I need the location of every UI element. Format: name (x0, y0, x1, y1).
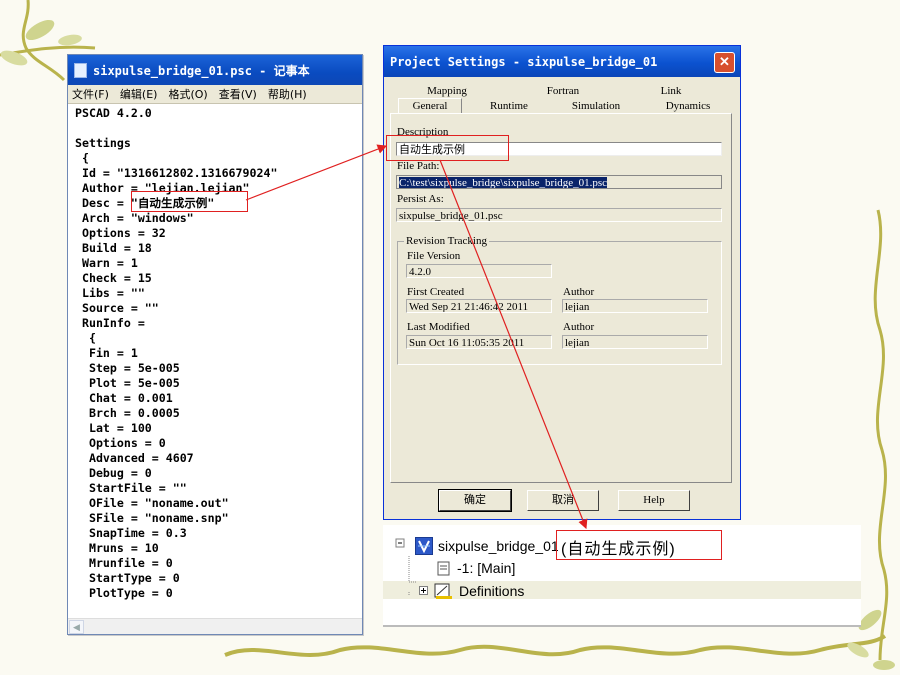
filepath-value: C:\test\sixpulse_bridge\sixpulse_bridge_… (399, 177, 608, 189)
notepad-window: sixpulse_bridge_01.psc - 记事本 文件(F) 编辑(E)… (67, 54, 363, 635)
description-highlight-box (386, 135, 509, 161)
tree-main-node[interactable]: -1: [Main] (457, 560, 515, 576)
menu-file[interactable]: 文件(F) (72, 86, 109, 102)
dialog-title: Project Settings - sixpulse_bridge_01 (390, 54, 658, 69)
menu-help[interactable]: 帮助(H) (268, 86, 307, 102)
tree-bottom-border (383, 625, 861, 627)
first-created-label: First Created (407, 286, 465, 298)
close-icon[interactable]: ✕ (714, 52, 735, 73)
notepad-menubar: 文件(F) 编辑(E) 格式(O) 查看(V) 帮助(H) (68, 85, 362, 104)
ok-button[interactable]: 确定 (438, 489, 512, 512)
menu-format[interactable]: 格式(O) (168, 86, 207, 102)
first-author-field: lejian (562, 299, 708, 313)
persist-field[interactable]: sixpulse_bridge_01.psc (396, 208, 722, 222)
filepath-field[interactable]: C:\test\sixpulse_bridge\sixpulse_bridge_… (396, 175, 722, 189)
file-version-label: File Version (407, 250, 461, 262)
tree-desc-highlight-box (556, 530, 722, 560)
horizontal-scrollbar[interactable]: ◀ (68, 618, 362, 634)
tab-simulation[interactable]: Simulation (553, 99, 639, 113)
last-author-field: lejian (562, 335, 708, 349)
scroll-left-icon[interactable]: ◀ (69, 620, 84, 634)
persist-label: Persist As: (397, 193, 444, 205)
menu-edit[interactable]: 编辑(E) (120, 86, 158, 102)
project-icon[interactable] (415, 537, 433, 555)
last-modified-field: Sun Oct 16 11:05:35 2011 (406, 335, 552, 349)
notepad-document-icon (74, 62, 87, 78)
tree-project-name[interactable]: sixpulse_bridge_01 (438, 538, 559, 554)
expand-icon[interactable] (419, 586, 429, 596)
help-button[interactable]: Help (618, 490, 690, 511)
notepad-title: sixpulse_bridge_01.psc - 记事本 (93, 63, 310, 78)
last-author-label: Author (563, 321, 595, 333)
revision-tracking-label: Revision Tracking (404, 235, 489, 247)
file-version-field: 4.2.0 (406, 264, 552, 278)
last-modified-label: Last Modified (407, 321, 470, 333)
tab-general[interactable]: General (398, 98, 462, 113)
page-icon (437, 561, 450, 576)
notepad-titlebar[interactable]: sixpulse_bridge_01.psc - 记事本 (68, 55, 362, 85)
first-author-label: Author (563, 286, 595, 298)
tab-mapping[interactable]: Mapping (394, 84, 500, 98)
tab-link[interactable]: Link (626, 84, 716, 98)
menu-view[interactable]: 查看(V) (219, 86, 257, 102)
desc-highlight-box (131, 191, 248, 212)
tree-definitions-node[interactable]: Definitions (459, 583, 524, 599)
cancel-button[interactable]: 取消 (527, 490, 599, 511)
tab-fortran[interactable]: Fortran (510, 84, 616, 98)
definitions-icon (434, 583, 452, 599)
notepad-text-area[interactable]: PSCAD 4.2.0 Settings { Id = "1316612802.… (75, 106, 277, 601)
tree-selection-row (383, 581, 861, 599)
first-created-field: Wed Sep 21 21:46:42 2011 (406, 299, 552, 313)
tab-runtime[interactable]: Runtime (476, 99, 542, 113)
filepath-label: File Path: (397, 160, 440, 172)
dialog-titlebar[interactable]: Project Settings - sixpulse_bridge_01 (384, 46, 740, 77)
tab-dynamics[interactable]: Dynamics (650, 99, 726, 113)
